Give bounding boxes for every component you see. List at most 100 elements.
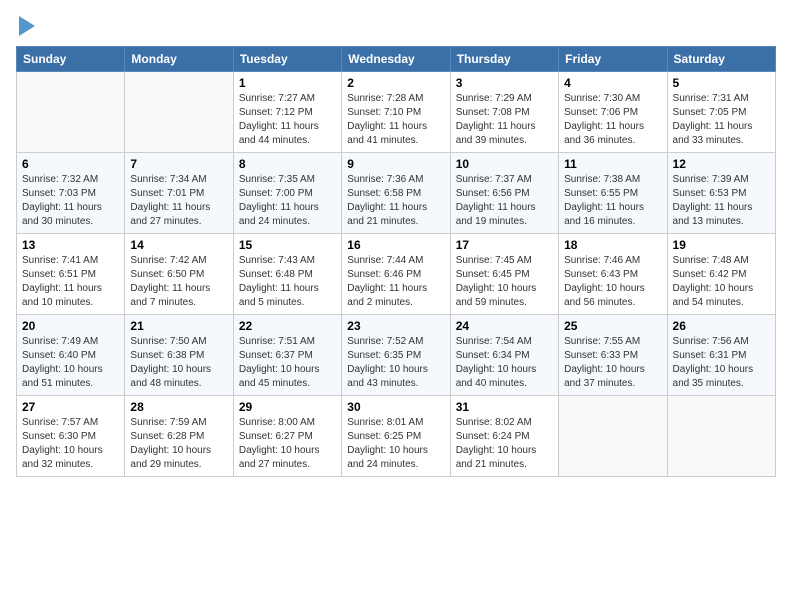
- calendar-cell: 12 Sunrise: 7:39 AM Sunset: 6:53 PM Dayli…: [667, 153, 775, 234]
- day-detail: Sunrise: 8:01 AM Sunset: 6:25 PM Dayligh…: [347, 416, 444, 472]
- calendar-cell: 4Sunrise: 7:30 AM Sunset: 7:06 PM Daylig…: [559, 72, 667, 153]
- calendar-cell: [125, 72, 233, 153]
- day-detail: Sunrise: 7:57 AM Sunset: 6:30 PM Dayligh…: [22, 416, 119, 472]
- day-number: 20: [22, 319, 119, 333]
- day-number: 9: [347, 157, 444, 171]
- day-detail: Sunrise: 7:44 AM Sunset: 6:46 PM Dayligh…: [347, 254, 444, 310]
- calendar-cell: 16 Sunrise: 7:44 AM Sunset: 6:46 PM Dayli…: [342, 234, 450, 315]
- day-number: 27: [22, 400, 119, 414]
- day-detail: Sunrise: 7:43 AM Sunset: 6:48 PM Dayligh…: [239, 254, 336, 310]
- calendar-cell: 8 Sunrise: 7:35 AM Sunset: 7:00 PM Daylig…: [233, 153, 341, 234]
- day-number: 19: [673, 238, 770, 252]
- day-detail: Sunrise: 7:51 AM Sunset: 6:37 PM Dayligh…: [239, 335, 336, 391]
- day-number: 26: [673, 319, 770, 333]
- day-number: 17: [456, 238, 553, 252]
- day-detail: Sunrise: 7:32 AM Sunset: 7:03 PM Dayligh…: [22, 173, 119, 229]
- weekday-header: Tuesday: [233, 47, 341, 72]
- calendar-cell: [559, 396, 667, 477]
- day-number: 18: [564, 238, 661, 252]
- calendar-cell: 23 Sunrise: 7:52 AM Sunset: 6:35 PM Dayli…: [342, 315, 450, 396]
- day-number: 15: [239, 238, 336, 252]
- day-detail: Sunrise: 7:39 AM Sunset: 6:53 PM Dayligh…: [673, 173, 770, 229]
- calendar-cell: 27 Sunrise: 7:57 AM Sunset: 6:30 PM Dayli…: [17, 396, 125, 477]
- weekday-header: Thursday: [450, 47, 558, 72]
- day-detail: Sunrise: 7:54 AM Sunset: 6:34 PM Dayligh…: [456, 335, 553, 391]
- calendar-cell: 1 Sunrise: 7:27 AM Sunset: 7:12 PM Daylig…: [233, 72, 341, 153]
- day-detail: Sunrise: 8:02 AM Sunset: 6:24 PM Dayligh…: [456, 416, 553, 472]
- day-detail: Sunrise: 7:56 AM Sunset: 6:31 PM Dayligh…: [673, 335, 770, 391]
- logo-triangle-icon: [19, 16, 35, 36]
- day-detail: Sunrise: 7:37 AM Sunset: 6:56 PM Dayligh…: [456, 173, 553, 229]
- day-number: 14: [130, 238, 227, 252]
- day-detail: Sunrise: 7:50 AM Sunset: 6:38 PM Dayligh…: [130, 335, 227, 391]
- day-detail: Sunrise: 7:28 AM Sunset: 7:10 PM Dayligh…: [347, 92, 444, 148]
- day-number: 1: [239, 76, 336, 90]
- day-number: 3: [456, 76, 553, 90]
- calendar-cell: 19 Sunrise: 7:48 AM Sunset: 6:42 PM Dayli…: [667, 234, 775, 315]
- day-number: 24: [456, 319, 553, 333]
- calendar-cell: 18Sunrise: 7:46 AM Sunset: 6:43 PM Dayli…: [559, 234, 667, 315]
- calendar-cell: 13 Sunrise: 7:41 AM Sunset: 6:51 PM Dayli…: [17, 234, 125, 315]
- day-number: 25: [564, 319, 661, 333]
- day-number: 4: [564, 76, 661, 90]
- day-number: 28: [130, 400, 227, 414]
- calendar-cell: 6 Sunrise: 7:32 AM Sunset: 7:03 PM Daylig…: [17, 153, 125, 234]
- day-number: 6: [22, 157, 119, 171]
- calendar-cell: 30 Sunrise: 8:01 AM Sunset: 6:25 PM Dayli…: [342, 396, 450, 477]
- day-detail: Sunrise: 7:49 AM Sunset: 6:40 PM Dayligh…: [22, 335, 119, 391]
- page-header: [16, 16, 776, 36]
- day-detail: Sunrise: 8:00 AM Sunset: 6:27 PM Dayligh…: [239, 416, 336, 472]
- calendar-cell: [17, 72, 125, 153]
- calendar-week-row: 6 Sunrise: 7:32 AM Sunset: 7:03 PM Daylig…: [17, 153, 776, 234]
- day-number: 8: [239, 157, 336, 171]
- calendar-cell: 14 Sunrise: 7:42 AM Sunset: 6:50 PM Dayli…: [125, 234, 233, 315]
- day-number: 10: [456, 157, 553, 171]
- day-detail: Sunrise: 7:27 AM Sunset: 7:12 PM Dayligh…: [239, 92, 336, 148]
- day-number: 30: [347, 400, 444, 414]
- calendar-cell: 29 Sunrise: 8:00 AM Sunset: 6:27 PM Dayli…: [233, 396, 341, 477]
- day-detail: Sunrise: 7:55 AM Sunset: 6:33 PM Dayligh…: [564, 335, 661, 391]
- calendar-cell: 10 Sunrise: 7:37 AM Sunset: 6:56 PM Dayli…: [450, 153, 558, 234]
- day-number: 23: [347, 319, 444, 333]
- calendar-cell: 2 Sunrise: 7:28 AM Sunset: 7:10 PM Daylig…: [342, 72, 450, 153]
- day-detail: Sunrise: 7:59 AM Sunset: 6:28 PM Dayligh…: [130, 416, 227, 472]
- calendar-cell: 15 Sunrise: 7:43 AM Sunset: 6:48 PM Dayli…: [233, 234, 341, 315]
- calendar-week-row: 1 Sunrise: 7:27 AM Sunset: 7:12 PM Daylig…: [17, 72, 776, 153]
- calendar-cell: 9Sunrise: 7:36 AM Sunset: 6:58 PM Daylig…: [342, 153, 450, 234]
- weekday-header: Monday: [125, 47, 233, 72]
- day-number: 16: [347, 238, 444, 252]
- calendar-week-row: 13 Sunrise: 7:41 AM Sunset: 6:51 PM Dayli…: [17, 234, 776, 315]
- day-detail: Sunrise: 7:42 AM Sunset: 6:50 PM Dayligh…: [130, 254, 227, 310]
- calendar-cell: 21Sunrise: 7:50 AM Sunset: 6:38 PM Dayli…: [125, 315, 233, 396]
- calendar-table: SundayMondayTuesdayWednesdayThursdayFrid…: [16, 46, 776, 477]
- day-number: 2: [347, 76, 444, 90]
- day-detail: Sunrise: 7:34 AM Sunset: 7:01 PM Dayligh…: [130, 173, 227, 229]
- day-detail: Sunrise: 7:35 AM Sunset: 7:00 PM Dayligh…: [239, 173, 336, 229]
- calendar-cell: 11Sunrise: 7:38 AM Sunset: 6:55 PM Dayli…: [559, 153, 667, 234]
- calendar-week-row: 27 Sunrise: 7:57 AM Sunset: 6:30 PM Dayli…: [17, 396, 776, 477]
- calendar-cell: 22 Sunrise: 7:51 AM Sunset: 6:37 PM Dayli…: [233, 315, 341, 396]
- day-number: 29: [239, 400, 336, 414]
- day-detail: Sunrise: 7:41 AM Sunset: 6:51 PM Dayligh…: [22, 254, 119, 310]
- calendar-cell: 31Sunrise: 8:02 AM Sunset: 6:24 PM Dayli…: [450, 396, 558, 477]
- calendar-cell: 25 Sunrise: 7:55 AM Sunset: 6:33 PM Dayli…: [559, 315, 667, 396]
- day-number: 12: [673, 157, 770, 171]
- day-detail: Sunrise: 7:31 AM Sunset: 7:05 PM Dayligh…: [673, 92, 770, 148]
- calendar-cell: 17Sunrise: 7:45 AM Sunset: 6:45 PM Dayli…: [450, 234, 558, 315]
- weekday-header: Friday: [559, 47, 667, 72]
- calendar-cell: 3Sunrise: 7:29 AM Sunset: 7:08 PM Daylig…: [450, 72, 558, 153]
- calendar-cell: 28 Sunrise: 7:59 AM Sunset: 6:28 PM Dayli…: [125, 396, 233, 477]
- day-number: 5: [673, 76, 770, 90]
- calendar-header-row: SundayMondayTuesdayWednesdayThursdayFrid…: [17, 47, 776, 72]
- day-detail: Sunrise: 7:52 AM Sunset: 6:35 PM Dayligh…: [347, 335, 444, 391]
- calendar-cell: 24 Sunrise: 7:54 AM Sunset: 6:34 PM Dayli…: [450, 315, 558, 396]
- calendar-cell: [667, 396, 775, 477]
- day-number: 13: [22, 238, 119, 252]
- day-detail: Sunrise: 7:48 AM Sunset: 6:42 PM Dayligh…: [673, 254, 770, 310]
- weekday-header: Sunday: [17, 47, 125, 72]
- calendar-cell: 7Sunrise: 7:34 AM Sunset: 7:01 PM Daylig…: [125, 153, 233, 234]
- day-number: 22: [239, 319, 336, 333]
- calendar-cell: 20 Sunrise: 7:49 AM Sunset: 6:40 PM Dayli…: [17, 315, 125, 396]
- calendar-week-row: 20 Sunrise: 7:49 AM Sunset: 6:40 PM Dayli…: [17, 315, 776, 396]
- weekday-header: Wednesday: [342, 47, 450, 72]
